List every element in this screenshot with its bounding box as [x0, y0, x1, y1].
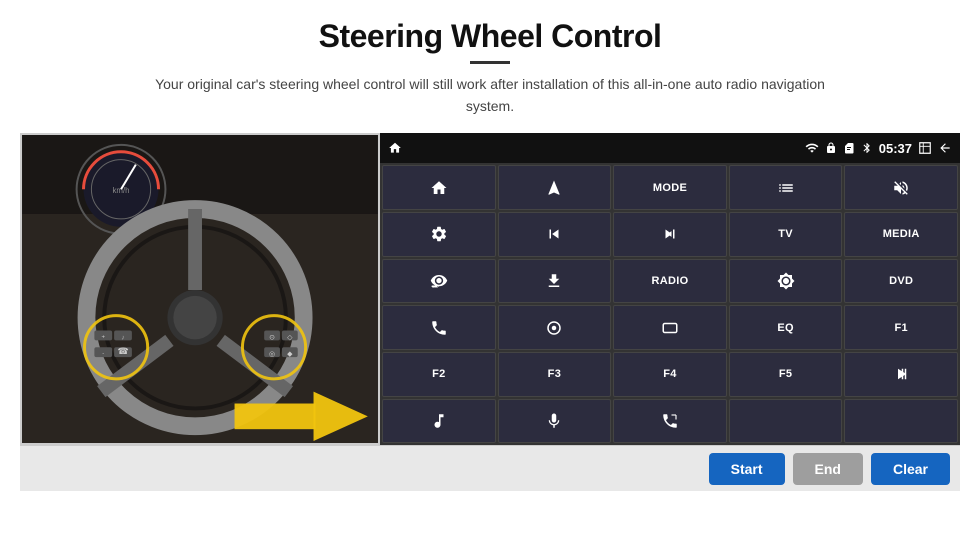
end-button[interactable]: End — [793, 453, 863, 485]
status-time: 05:37 — [879, 141, 912, 156]
btn-f2[interactable]: F2 — [382, 352, 496, 397]
btn-handsfree[interactable] — [613, 399, 727, 444]
btn-playpause[interactable] — [844, 352, 958, 397]
btn-mic[interactable] — [498, 399, 612, 444]
svg-text:+: + — [102, 335, 106, 341]
svg-text:◎: ◎ — [269, 352, 275, 359]
svg-text:-: - — [102, 352, 104, 358]
radio-panel: 05:37 — [380, 133, 960, 445]
status-right: 05:37 — [805, 141, 952, 156]
btn-eject[interactable] — [498, 259, 612, 304]
svg-text:◇: ◇ — [287, 335, 293, 342]
btn-f5[interactable]: F5 — [729, 352, 843, 397]
btn-list[interactable] — [729, 165, 843, 210]
page-subtitle: Your original car's steering wheel contr… — [140, 74, 840, 117]
lock-icon — [825, 142, 837, 154]
btn-swipe[interactable] — [498, 305, 612, 350]
btn-nav[interactable] — [498, 165, 612, 210]
btn-home[interactable] — [382, 165, 496, 210]
btn-mute[interactable] — [844, 165, 958, 210]
steering-wheel-image: km/h — [20, 133, 380, 445]
btn-empty-2 — [844, 399, 958, 444]
btn-next[interactable] — [613, 212, 727, 257]
page-title: Steering Wheel Control — [319, 18, 662, 55]
svg-text:◆: ◆ — [287, 352, 293, 359]
btn-mode[interactable]: MODE — [613, 165, 727, 210]
btn-360[interactable]: 360° — [382, 259, 496, 304]
btn-phone[interactable] — [382, 305, 496, 350]
start-button[interactable]: Start — [709, 453, 785, 485]
bluetooth-icon — [861, 142, 873, 154]
btn-brightness[interactable] — [729, 259, 843, 304]
btn-rect[interactable] — [613, 305, 727, 350]
btn-settings[interactable] — [382, 212, 496, 257]
btn-radio[interactable]: RADIO — [613, 259, 727, 304]
btn-f1[interactable]: F1 — [844, 305, 958, 350]
btn-music[interactable] — [382, 399, 496, 444]
btn-tv[interactable]: TV — [729, 212, 843, 257]
btn-f3[interactable]: F3 — [498, 352, 612, 397]
btn-media[interactable]: MEDIA — [844, 212, 958, 257]
home-status-icon — [388, 141, 402, 155]
button-grid: MODE TV — [380, 163, 960, 445]
btn-eq[interactable]: EQ — [729, 305, 843, 350]
status-left — [388, 141, 402, 155]
svg-text:☎: ☎ — [117, 347, 128, 357]
status-bar: 05:37 — [380, 133, 960, 163]
content-row: km/h — [20, 133, 960, 445]
back-icon — [938, 141, 952, 155]
svg-text:360°: 360° — [432, 285, 440, 289]
wifi-icon — [805, 141, 819, 155]
title-divider — [470, 61, 510, 64]
svg-text:⊙: ⊙ — [269, 335, 275, 342]
clear-button[interactable]: Clear — [871, 453, 950, 485]
svg-text:♪: ♪ — [121, 335, 124, 342]
sim-icon — [843, 142, 855, 154]
btn-dvd[interactable]: DVD — [844, 259, 958, 304]
btn-prev[interactable] — [498, 212, 612, 257]
bottom-bar: Start End Clear — [20, 445, 960, 491]
page-container: Steering Wheel Control Your original car… — [0, 0, 980, 544]
window-icon — [918, 141, 932, 155]
btn-f4[interactable]: F4 — [613, 352, 727, 397]
btn-empty-1 — [729, 399, 843, 444]
